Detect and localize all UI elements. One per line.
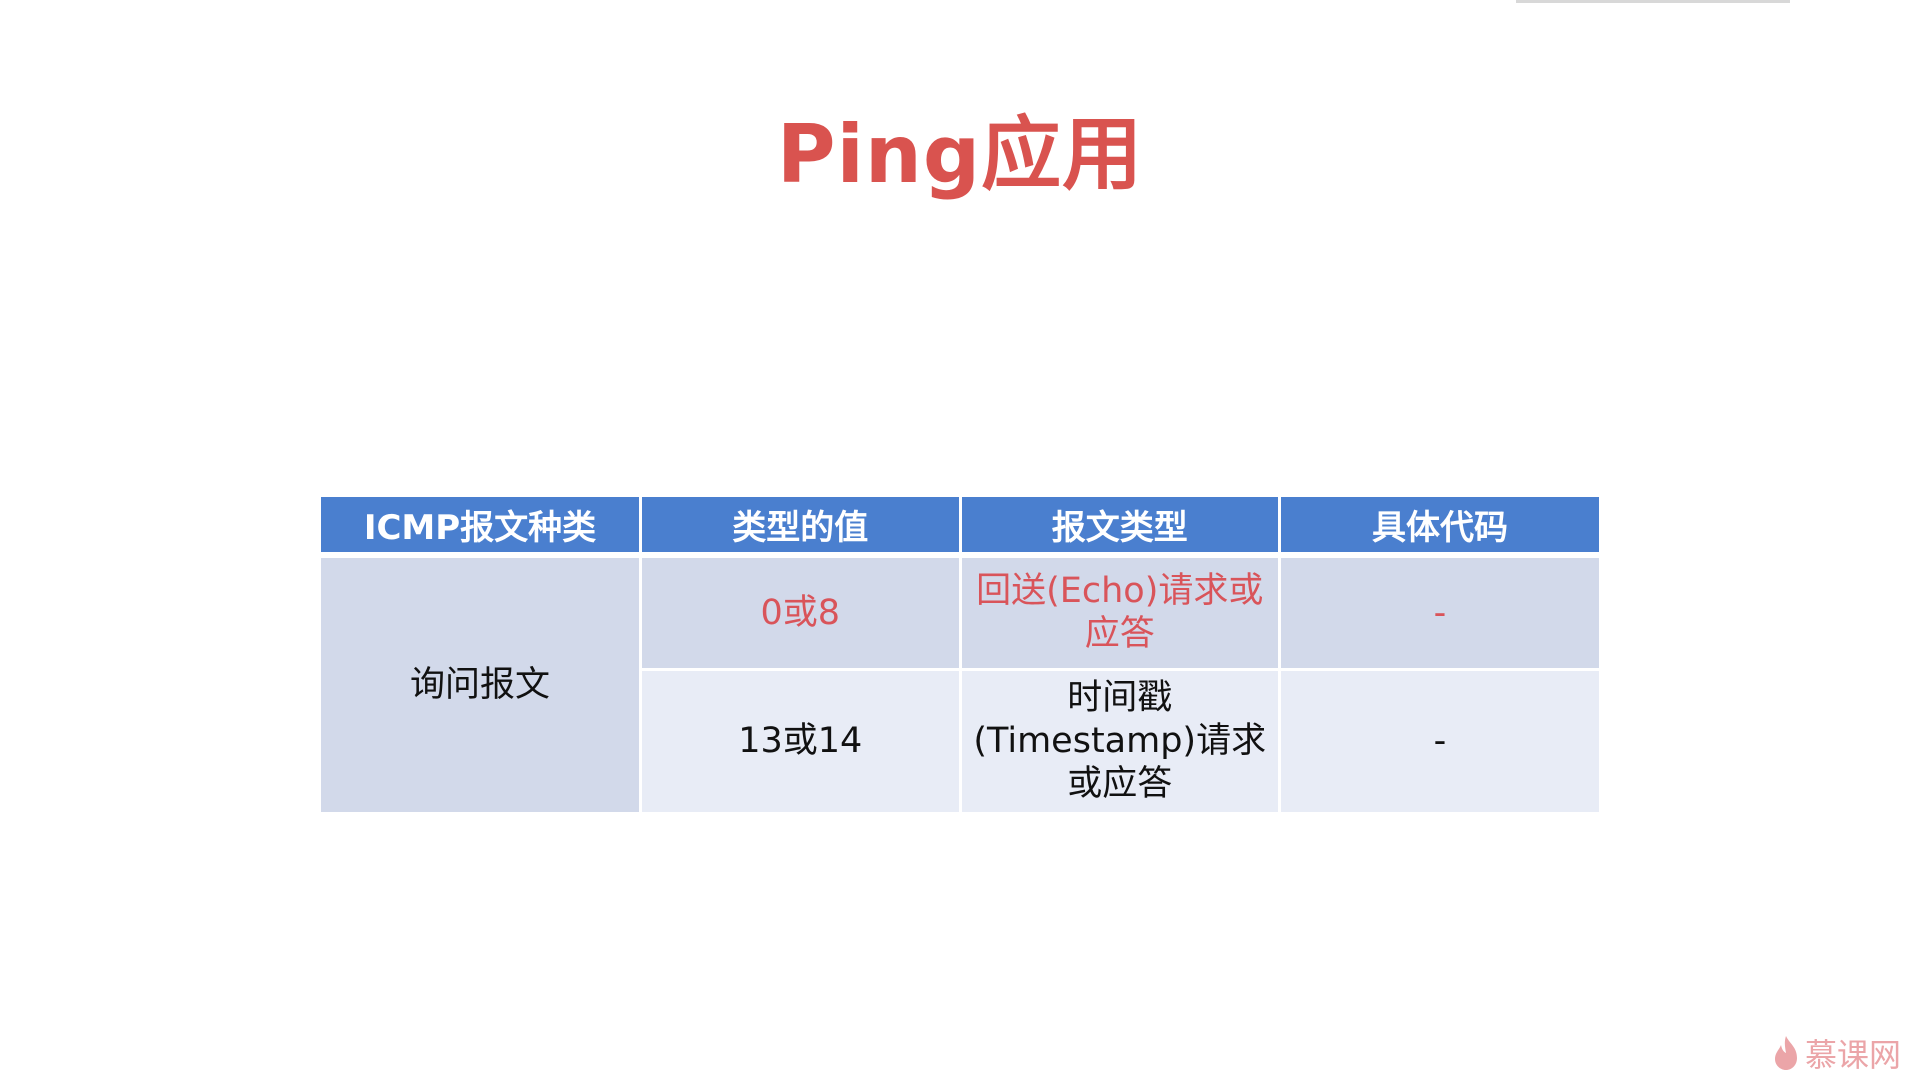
page-title: Ping应用 <box>776 108 1144 201</box>
header-cell: ICMP报文种类 <box>321 497 642 558</box>
message-type-cell: 时间戳(Timestamp)请求或应答 <box>960 669 1281 812</box>
code-cell: - <box>1279 555 1599 671</box>
type-value-cell: 0或8 <box>640 555 962 671</box>
table-row: 询问报文 0或8 回送(Echo)请求或应答 - <box>321 555 1599 812</box>
top-scroll-bar <box>1516 0 1790 3</box>
header-cell: 类型的值 <box>640 497 962 558</box>
code-cell: - <box>1279 669 1599 812</box>
message-type-cell: 回送(Echo)请求或应答 <box>960 555 1281 671</box>
table-header-row: ICMP报文种类 类型的值 报文类型 具体代码 <box>321 497 1599 558</box>
icmp-table: ICMP报文种类 类型的值 报文类型 具体代码 询问报文 0或8 回送(Echo… <box>321 497 1599 812</box>
header-cell: 报文类型 <box>960 497 1281 558</box>
watermark-text: 慕课网 <box>1805 1036 1902 1074</box>
header-cell: 具体代码 <box>1279 497 1599 558</box>
type-value-cell: 13或14 <box>640 669 962 812</box>
flame-icon <box>1775 1036 1797 1070</box>
category-cell: 询问报文 <box>321 555 642 812</box>
watermark-logo: 慕课网 <box>1773 1030 1901 1076</box>
